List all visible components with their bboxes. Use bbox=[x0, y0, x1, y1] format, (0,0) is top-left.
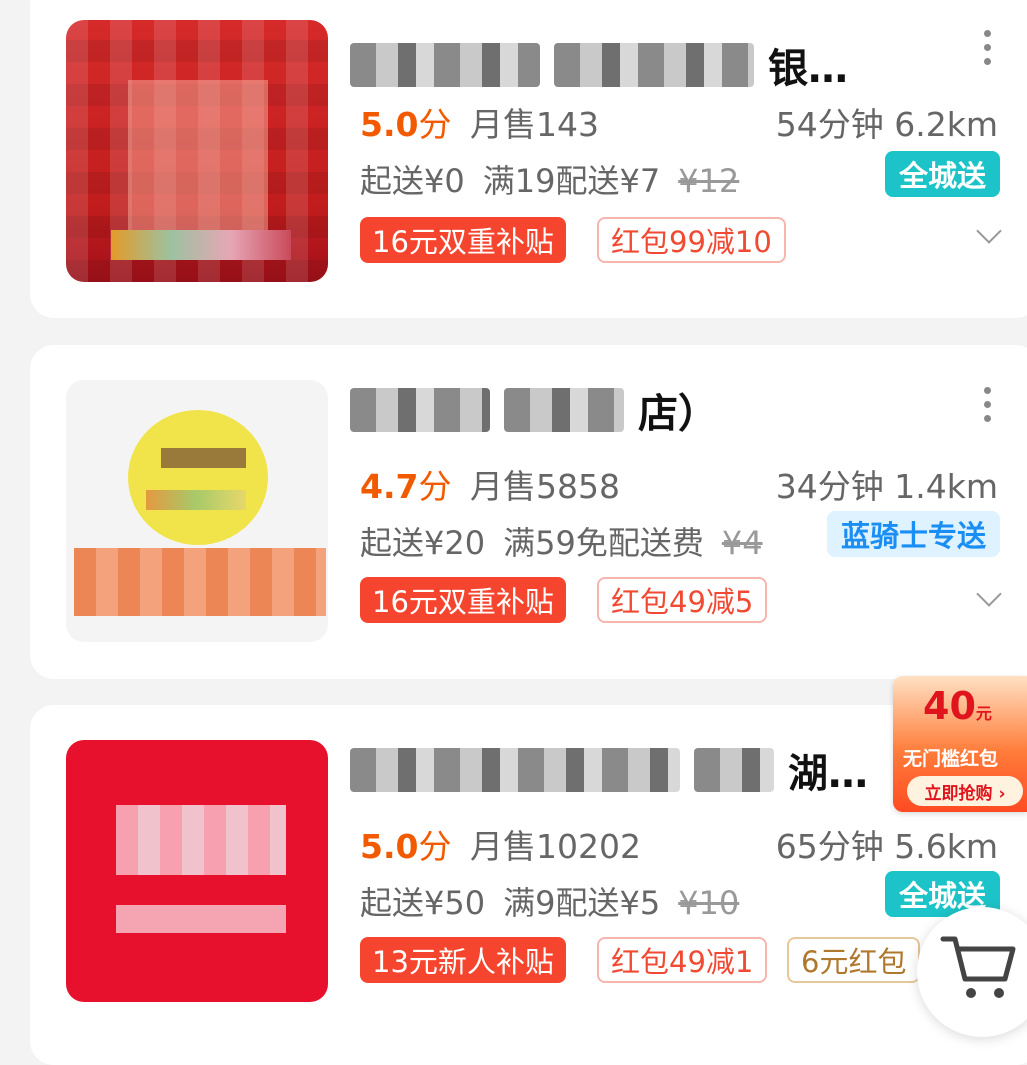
store-image[interactable] bbox=[66, 20, 328, 282]
delivery-type-badge: 蓝骑士专送 bbox=[826, 511, 1000, 557]
subsidy-tag: 16元双重补贴 bbox=[360, 217, 566, 263]
time-distance: 54分钟 6.2km bbox=[775, 105, 998, 144]
blurred-name-part bbox=[554, 43, 754, 87]
rating: 5.0分 bbox=[360, 105, 452, 144]
more-options-icon[interactable] bbox=[984, 30, 992, 65]
blurred-name-part bbox=[350, 748, 680, 792]
store-card[interactable]: 店） 4.7分 月售5858 34分钟 1.4km 起送¥20 满59免配送费 ¥4… bbox=[30, 345, 1027, 679]
time-distance: 34分钟 1.4km bbox=[775, 467, 998, 506]
store-name[interactable]: 湖… bbox=[350, 735, 868, 805]
expand-chevron-icon[interactable] bbox=[976, 218, 1002, 244]
promo-buy-button[interactable]: 立即抢购 › bbox=[907, 776, 1023, 806]
delivery-fees: 起送¥0 满19配送¥7 ¥12 bbox=[360, 162, 740, 200]
shopping-cart-icon bbox=[940, 936, 1016, 998]
store-image[interactable] bbox=[66, 380, 328, 642]
rating: 5.0分 bbox=[360, 827, 452, 866]
red-packet-tag: 红包49减1 bbox=[597, 937, 768, 983]
delivery-type-badge: 全城送 bbox=[884, 151, 1000, 197]
subsidy-tag: 13元新人补贴 bbox=[360, 937, 566, 983]
red-packet-tag: 红包49减5 bbox=[597, 577, 768, 623]
more-options-icon[interactable] bbox=[984, 387, 992, 422]
promo-title: 无门槛红包 bbox=[903, 748, 999, 770]
store-name[interactable]: 店） bbox=[350, 375, 718, 445]
expand-chevron-icon[interactable] bbox=[976, 581, 1002, 607]
delivery-fees: 起送¥20 满59免配送费 ¥4 bbox=[360, 524, 763, 562]
monthly-sales: 月售10202 bbox=[470, 827, 641, 866]
store-name[interactable]: 银… bbox=[350, 30, 848, 100]
store-name-suffix: 湖… bbox=[788, 751, 868, 797]
promo-amount: 40元 bbox=[923, 684, 992, 728]
store-card[interactable]: 银… 5.0分 月售143 54分钟 6.2km 起送¥0 满19配送¥7 ¥12 … bbox=[30, 0, 1027, 318]
monthly-sales: 月售143 bbox=[470, 105, 599, 144]
blurred-name-part bbox=[504, 388, 624, 432]
store-name-suffix: 店） bbox=[638, 391, 718, 437]
blurred-name-part bbox=[694, 748, 774, 792]
blurred-name-part bbox=[350, 388, 490, 432]
red-packet-promo[interactable]: 40元 无门槛红包 立即抢购 › bbox=[893, 676, 1027, 812]
monthly-sales: 月售5858 bbox=[470, 467, 620, 506]
delivery-fees: 起送¥50 满9配送¥5 ¥10 bbox=[360, 884, 740, 922]
subsidy-tag: 16元双重补贴 bbox=[360, 577, 566, 623]
store-card[interactable]: 湖… 5.0分 月售10202 65分钟 5.6km 起送¥50 满9配送¥5 ¥1… bbox=[30, 705, 1027, 1065]
time-distance: 65分钟 5.6km bbox=[775, 827, 998, 866]
store-image[interactable] bbox=[66, 740, 328, 1002]
red-packet-tag: 红包99减10 bbox=[597, 217, 786, 263]
store-name-suffix: 银… bbox=[768, 46, 848, 92]
rating: 4.7分 bbox=[360, 467, 452, 506]
coupon-tag: 6元红包 bbox=[787, 937, 921, 983]
blurred-name-part bbox=[350, 43, 540, 87]
